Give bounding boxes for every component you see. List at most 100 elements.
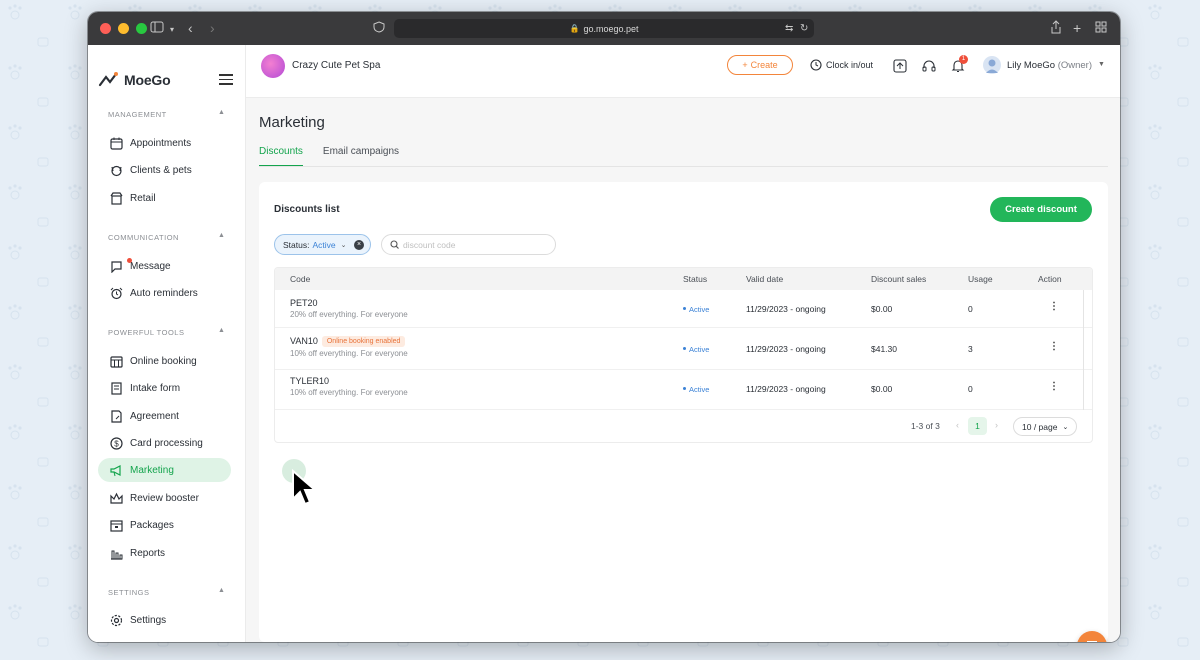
- pagination: 1-3 of 3 ‹ 1 › 10 / page ⌄: [275, 410, 1092, 442]
- previous-page-icon[interactable]: ‹: [956, 420, 959, 430]
- chevron-down-icon: ⌄: [1062, 423, 1069, 431]
- sidebar-item-intake-form[interactable]: Intake form: [98, 376, 231, 400]
- moego-logo[interactable]: MoeGo: [98, 71, 171, 89]
- clock-in-out-button[interactable]: Clock in/out: [810, 59, 873, 71]
- discount-description: 20% off everything. For everyone: [290, 310, 408, 319]
- sidebar: MoeGo MANAGEMENT ▲ Appointments Clients …: [88, 45, 246, 642]
- sidebar-item-appointments[interactable]: Appointments: [98, 131, 231, 155]
- form-icon: [109, 381, 123, 395]
- table-row[interactable]: VAN10 Online booking enabled 10% off ever…: [275, 328, 1092, 370]
- create-discount-button[interactable]: Create discount: [990, 197, 1092, 222]
- gear-icon: [109, 613, 123, 627]
- address-bar[interactable]: 🔒 go.moego.pet: [394, 19, 814, 38]
- sidebar-item-auto-reminders[interactable]: Auto reminders: [98, 281, 231, 305]
- sidebar-item-retail[interactable]: Retail: [98, 186, 231, 210]
- mouse-pointer-icon: [292, 469, 318, 506]
- status-text: Active: [689, 345, 710, 354]
- business-avatar[interactable]: [261, 54, 285, 78]
- plus-icon: +: [742, 60, 748, 70]
- chat-icon: [1087, 641, 1097, 642]
- tab-email-campaigns[interactable]: Email campaigns: [323, 146, 399, 167]
- table-scrollbar[interactable]: [1083, 290, 1084, 410]
- discount-code-input[interactable]: [403, 239, 543, 250]
- user-menu[interactable]: Lily MoeGo (Owner): [1007, 60, 1092, 71]
- create-button-label: Create: [750, 60, 778, 70]
- discount-code: TYLER10: [290, 376, 330, 386]
- more-actions-icon[interactable]: ⋮: [1049, 301, 1059, 312]
- section-collapse-icon[interactable]: ▲: [218, 109, 225, 116]
- sidebar-item-settings[interactable]: Settings: [98, 608, 231, 632]
- new-tab-icon[interactable]: +: [1073, 20, 1081, 36]
- table-row[interactable]: TYLER10 10% off everything. For everyone…: [275, 370, 1092, 410]
- tab-discounts[interactable]: Discounts: [259, 146, 303, 167]
- sidebar-toggle-icon[interactable]: [150, 20, 164, 36]
- sidebar-item-reports[interactable]: Reports: [98, 541, 231, 565]
- section-title-settings: SETTINGS: [108, 588, 150, 597]
- create-button[interactable]: + Create: [727, 55, 793, 75]
- sidebar-item-card-processing[interactable]: $ Card processing: [98, 431, 231, 455]
- sidebar-item-label: Auto reminders: [130, 287, 198, 299]
- minimize-window-button[interactable]: [118, 23, 129, 34]
- back-arrow-icon[interactable]: ‹: [188, 20, 193, 36]
- agreement-icon: [109, 409, 123, 423]
- browser-window: ▾ ‹ › 🔒 go.moego.pet ⇆ ↻ + MoeGo MANAGEM…: [88, 12, 1120, 642]
- table-row[interactable]: PET20 20% off everything. For everyone A…: [275, 290, 1092, 328]
- sidebar-item-label: Reports: [130, 547, 166, 559]
- user-name: Lily MoeGo: [1007, 60, 1056, 71]
- page-number-current[interactable]: 1: [968, 417, 987, 435]
- online-booking-badge: Online booking enabled: [321, 336, 406, 347]
- sidebar-item-label: Card processing: [130, 437, 203, 449]
- clear-filter-icon[interactable]: ×: [354, 240, 364, 250]
- sidebar-item-message[interactable]: Message: [98, 254, 231, 278]
- chevron-down-icon[interactable]: ▾: [170, 22, 174, 38]
- next-page-icon[interactable]: ›: [995, 420, 998, 430]
- notification-badge: 1: [959, 55, 968, 64]
- section-collapse-icon[interactable]: ▲: [218, 587, 225, 594]
- tab-overview-icon[interactable]: [1095, 20, 1107, 36]
- reload-icon[interactable]: ↻: [800, 21, 808, 37]
- user-avatar[interactable]: [983, 56, 1001, 74]
- app: MoeGo MANAGEMENT ▲ Appointments Clients …: [88, 45, 1120, 642]
- status-cell: Active: [683, 345, 709, 354]
- sidebar-item-label: Retail: [130, 192, 156, 204]
- sidebar-item-packages[interactable]: Packages: [98, 513, 231, 537]
- bar-chart-icon: [109, 546, 123, 560]
- shop-icon: [109, 191, 123, 205]
- section-title-management: MANAGEMENT: [108, 110, 167, 119]
- sidebar-item-label: Clients & pets: [130, 164, 192, 176]
- section-title-powerful-tools: POWERFUL TOOLS: [108, 328, 185, 337]
- shield-icon[interactable]: [373, 20, 385, 36]
- forward-arrow-icon[interactable]: ›: [210, 20, 215, 36]
- more-actions-icon[interactable]: ⋮: [1049, 381, 1059, 392]
- section-collapse-icon[interactable]: ▲: [218, 327, 225, 334]
- section-collapse-icon[interactable]: ▲: [218, 232, 225, 239]
- usage-cell: 0: [968, 384, 973, 394]
- page-size-select[interactable]: 10 / page ⌄: [1013, 417, 1077, 436]
- sidebar-item-label: Marketing: [130, 464, 174, 476]
- code-cell: VAN10 Online booking enabled 10% off ever…: [290, 336, 408, 358]
- valid-date-cell: 11/29/2023 - ongoing: [746, 344, 826, 354]
- caret-down-icon[interactable]: ▼: [1098, 61, 1105, 68]
- business-name[interactable]: Crazy Cute Pet Spa: [292, 60, 380, 71]
- sidebar-item-review-booster[interactable]: Review booster: [98, 486, 231, 510]
- maximize-window-button[interactable]: [136, 23, 147, 34]
- sidebar-item-online-booking[interactable]: Online booking: [98, 349, 231, 373]
- status-filter[interactable]: Status: Active ⌄ ×: [274, 234, 371, 255]
- sidebar-item-marketing[interactable]: Marketing: [98, 458, 231, 482]
- share-icon[interactable]: [1050, 20, 1062, 37]
- more-actions-icon[interactable]: ⋮: [1049, 341, 1059, 352]
- close-window-button[interactable]: [100, 23, 111, 34]
- url-text: go.moego.pet: [583, 23, 639, 34]
- sidebar-item-clients-pets[interactable]: Clients & pets: [98, 158, 231, 182]
- sidebar-item-agreement[interactable]: Agreement: [98, 404, 231, 428]
- sidebar-item-label: Appointments: [130, 137, 192, 149]
- headset-icon[interactable]: [921, 58, 937, 74]
- status-text: Active: [689, 385, 710, 394]
- upload-icon[interactable]: [892, 58, 908, 74]
- discount-search[interactable]: [381, 234, 556, 255]
- sidebar-item-label: Review booster: [130, 492, 199, 504]
- sidebar-item-label: Online booking: [130, 355, 197, 367]
- menu-collapse-icon[interactable]: [219, 74, 233, 88]
- chat-bubble-icon: [109, 259, 123, 273]
- translate-icon[interactable]: ⇆: [785, 21, 793, 37]
